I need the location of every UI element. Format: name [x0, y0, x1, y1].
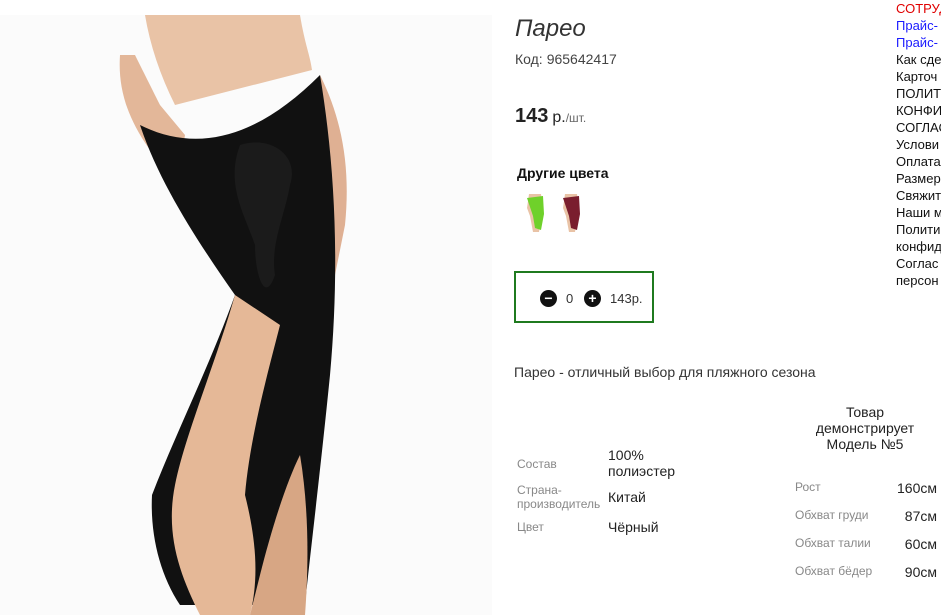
model-heading-line2: демонстрирует — [815, 420, 915, 436]
model-chest-value: 87см — [904, 508, 937, 524]
side-link[interactable]: СОТРУД — [896, 0, 941, 17]
minus-circle-icon[interactable]: − — [540, 290, 557, 307]
color-swatch-maroon[interactable] — [553, 188, 589, 236]
side-link[interactable]: конфид — [896, 238, 941, 255]
plus-circle-icon[interactable]: + — [584, 290, 601, 307]
product-price: 143 р./шт. — [515, 105, 586, 128]
quantity-value: 0 — [566, 291, 574, 306]
model-heading-line1: Товар — [845, 404, 885, 420]
model-height-label: Рост — [795, 480, 821, 494]
side-link[interactable]: СОГЛАС — [896, 119, 941, 136]
side-link[interactable]: КОНФИ — [896, 102, 941, 119]
quantity-sum: 143р. — [610, 291, 643, 306]
side-link[interactable]: Услови — [896, 136, 941, 153]
quantity-box: − 0 + 143р. — [514, 271, 654, 323]
product-code-value: 965642417 — [546, 51, 617, 67]
side-link[interactable]: Прайс- — [896, 34, 941, 51]
spec-label-color: Цвет — [517, 520, 544, 534]
color-swatch-green[interactable] — [517, 188, 553, 236]
green-pareo-thumbnail — [527, 194, 544, 232]
side-links: СОТРУД Прайс- Прайс- Как сде Карточ ПОЛИ… — [896, 0, 941, 289]
product-title: Парео — [515, 15, 586, 42]
other-colors-label: Другие цвета — [517, 165, 609, 181]
side-link[interactable]: Полити — [896, 221, 941, 238]
product-photo[interactable] — [0, 15, 492, 615]
side-link[interactable]: Как сде — [896, 51, 941, 68]
spec-value-country: Китай — [608, 489, 646, 505]
side-link[interactable]: Размер — [896, 170, 941, 187]
spec-label-country: Страна-производитель — [517, 483, 601, 511]
side-link[interactable]: Соглас — [896, 255, 941, 272]
product-description: Парео - отличный выбор для пляжного сезо… — [514, 364, 816, 380]
side-link[interactable]: персон — [896, 272, 941, 289]
model-waist-label: Обхват талии — [795, 536, 871, 550]
model-hips-label: Обхват бёдер — [795, 564, 873, 578]
maroon-pareo-thumbnail — [563, 194, 580, 232]
spec-value-color: Чёрный — [608, 519, 659, 535]
product-code-label: Код: — [515, 51, 543, 67]
side-link[interactable]: Наши м — [896, 204, 941, 221]
side-link[interactable]: Карточ — [896, 68, 941, 85]
model-height-value: 160см — [897, 480, 937, 496]
spec-value-composition: 100% полиэстер — [608, 447, 676, 479]
price-unit: /шт. — [565, 111, 587, 125]
side-link[interactable]: Свяжит — [896, 187, 941, 204]
product-code: Код: 965642417 — [515, 51, 617, 67]
spec-label-composition: Состав — [517, 457, 557, 471]
price-value: 143 — [515, 105, 549, 127]
model-heading-line3: Модель №5 — [826, 436, 904, 452]
side-link[interactable]: ПОЛИТ — [896, 85, 941, 102]
model-hips-value: 90см — [904, 564, 937, 580]
model-waist-value: 60см — [904, 536, 937, 552]
model-heading: Товар демонстрирует Модель №5 — [790, 404, 940, 452]
side-link[interactable]: Оплата — [896, 153, 941, 170]
model-chest-label: Обхват груди — [795, 508, 869, 522]
price-currency: р. — [552, 109, 566, 126]
product-photo-illustration — [0, 15, 492, 615]
side-link[interactable]: Прайс- — [896, 17, 941, 34]
